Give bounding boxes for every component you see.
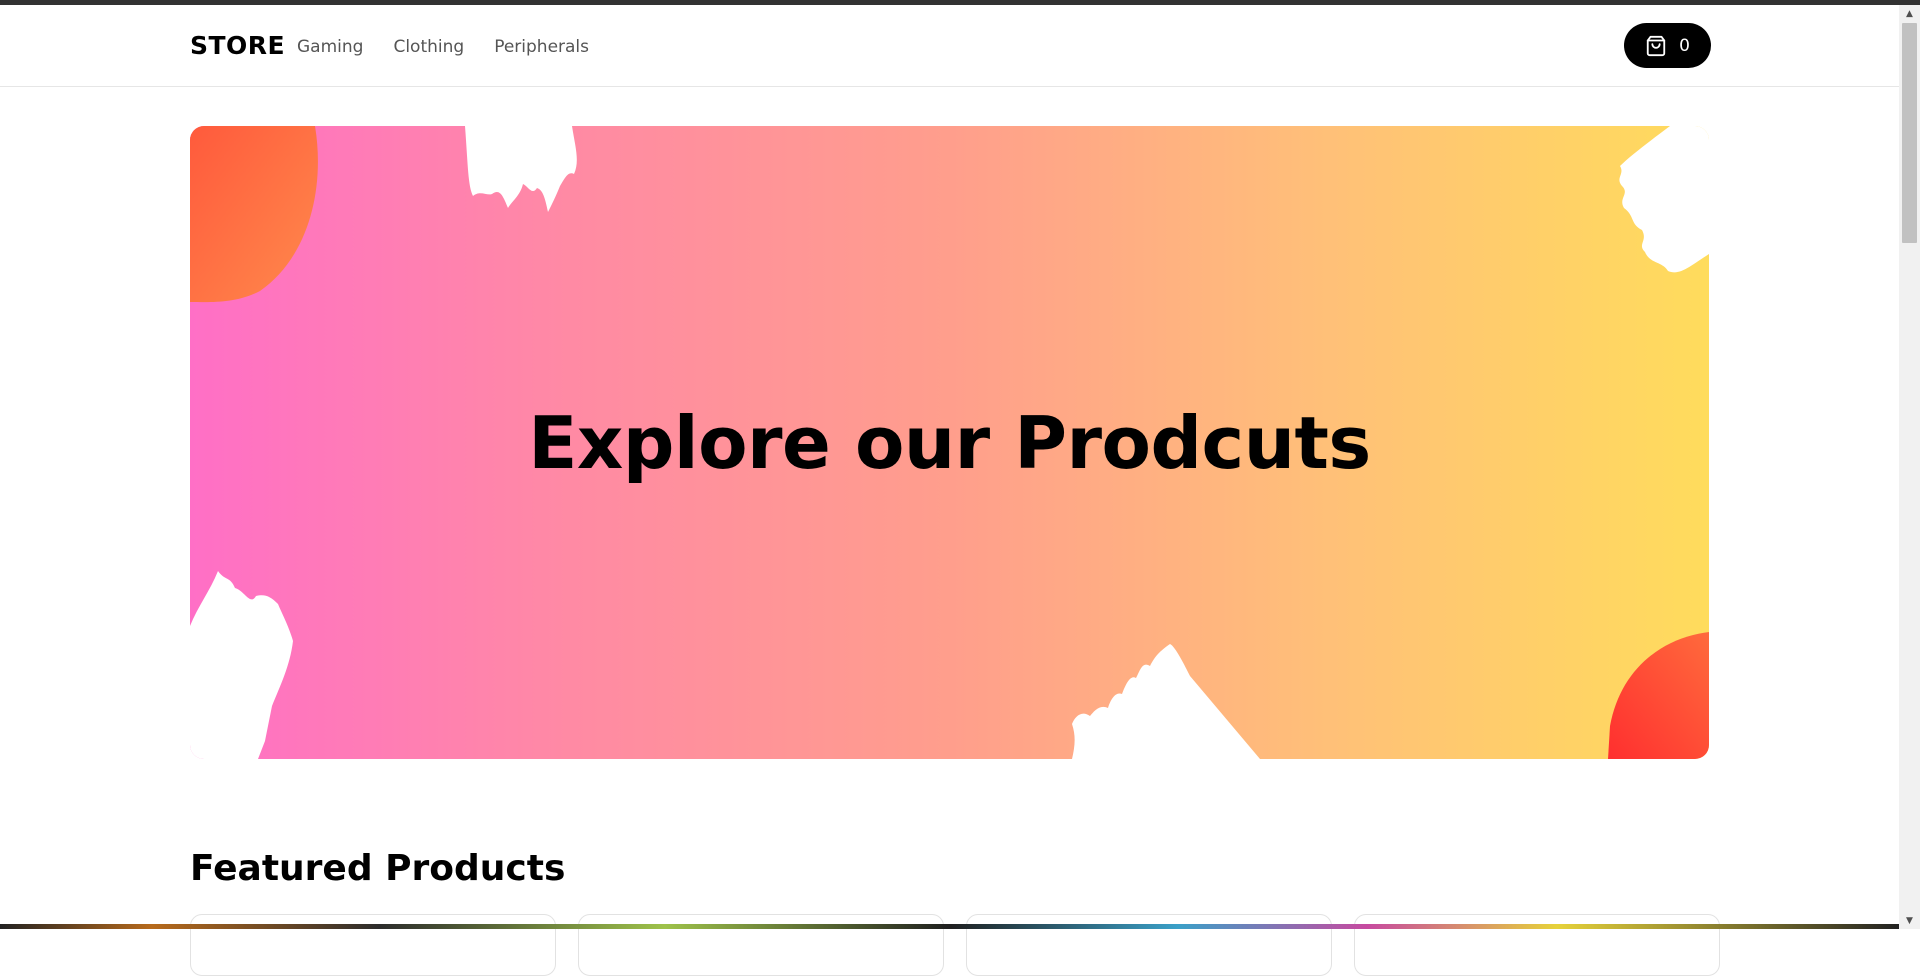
scroll-down-arrow-icon[interactable]: ▼ — [1899, 912, 1920, 929]
taskbar-edge — [0, 924, 1899, 929]
scrollbar-thumb[interactable] — [1902, 23, 1917, 243]
nav-link-gaming[interactable]: Gaming — [297, 37, 363, 57]
top-navbar: STORE Gaming Clothing Peripherals 0 — [0, 5, 1899, 87]
shopping-bag-icon — [1645, 35, 1667, 57]
cart-count: 0 — [1679, 35, 1690, 56]
hero-banner: Explore our Prodcuts — [190, 126, 1709, 759]
featured-products-heading: Featured Products — [190, 848, 566, 889]
cart-button[interactable]: 0 — [1624, 23, 1711, 68]
nav-links: Gaming Clothing Peripherals — [297, 37, 589, 57]
scroll-up-arrow-icon[interactable]: ▲ — [1899, 5, 1920, 22]
nav-link-peripherals[interactable]: Peripherals — [494, 37, 589, 57]
store-logo[interactable]: STORE — [190, 31, 285, 60]
vertical-scrollbar[interactable]: ▲ ▼ — [1899, 5, 1920, 929]
hero-title: Explore our Prodcuts — [528, 400, 1371, 485]
nav-link-clothing[interactable]: Clothing — [393, 37, 464, 57]
